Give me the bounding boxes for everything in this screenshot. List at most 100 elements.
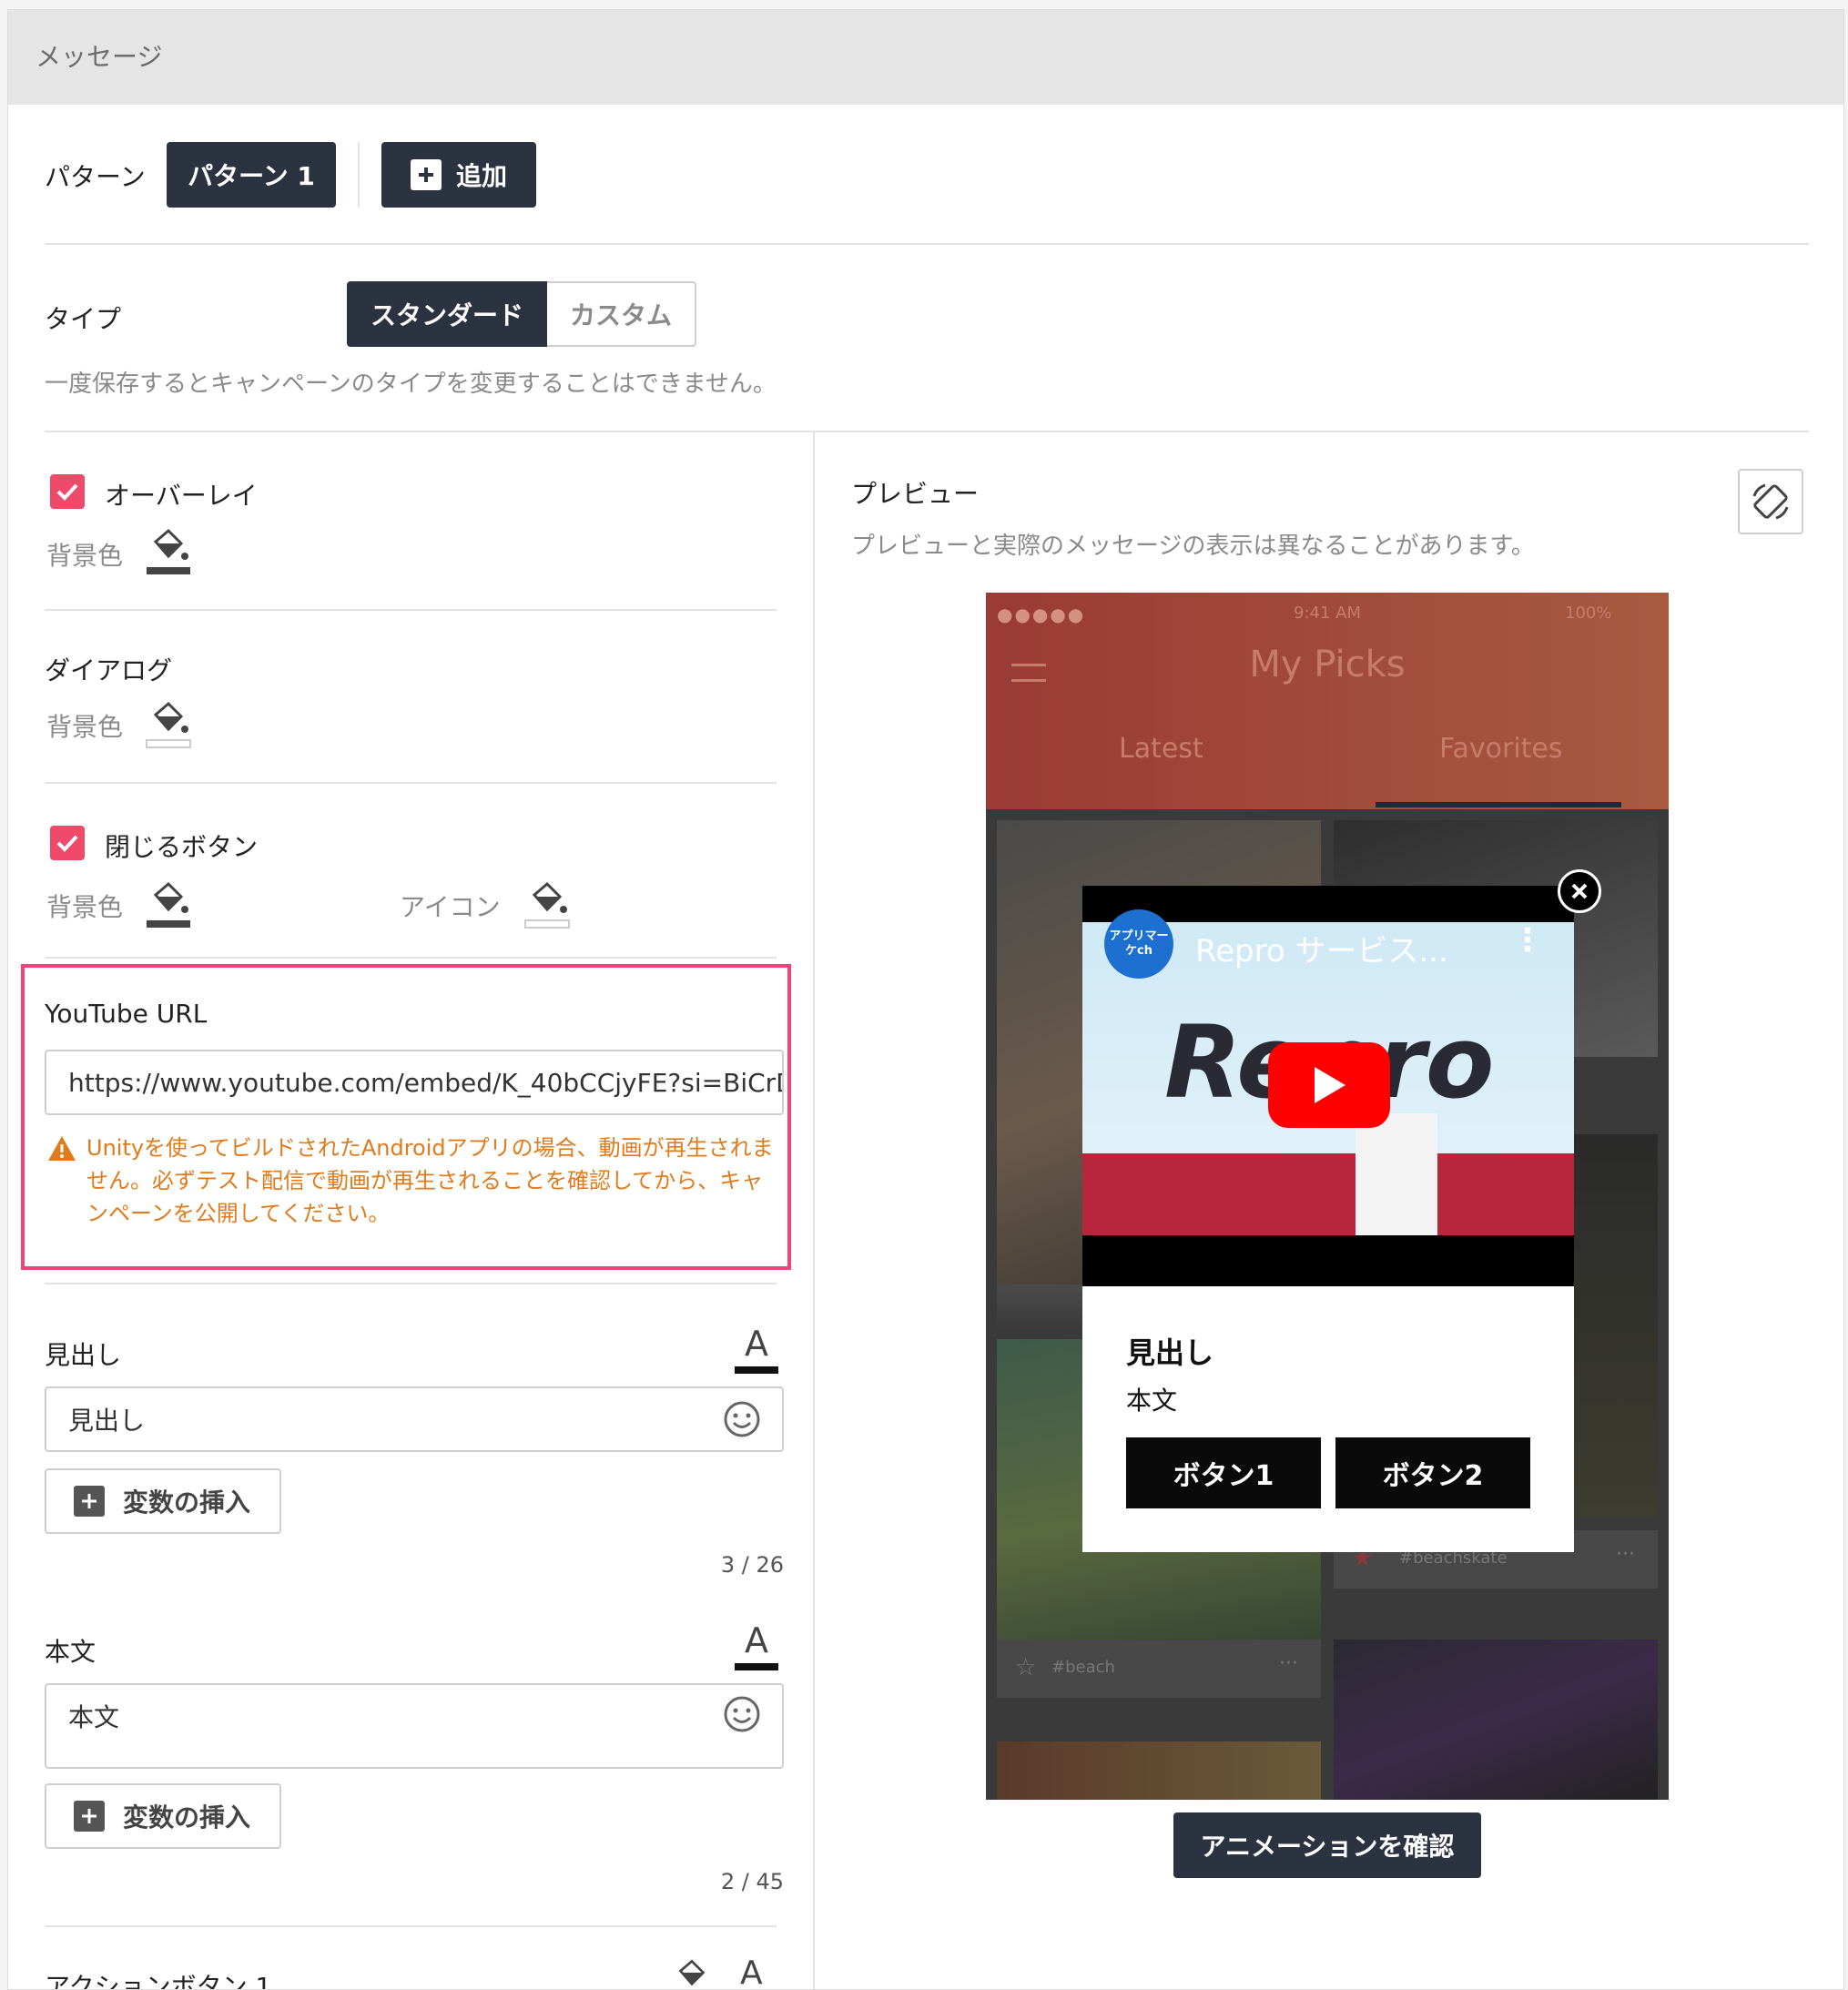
panel-header: メッセージ [8,10,1843,105]
overlay-bg-color-picker[interactable] [143,525,194,576]
close-button-checkbox[interactable] [50,826,85,860]
divider [45,957,777,959]
add-pattern-button[interactable]: 追加 [381,142,536,208]
pattern-1-tab[interactable]: パターン 1 [167,142,336,208]
star-icon: ☆ [1015,1654,1037,1681]
close-bg-label: 背景色 [46,892,124,922]
dialog-bg-color-picker[interactable] [143,698,194,749]
video-bottom-bar [1082,1235,1574,1286]
more-icon: ··· [1616,1543,1635,1566]
dialog-headline: 見出し [1126,1335,1214,1370]
insert-variable-label: 変数の挿入 [123,1802,251,1833]
divider [45,782,777,784]
preview-title: プレビュー [851,479,980,509]
app-tab-latest: Latest [1119,733,1203,765]
svg-text:A: A [745,1620,768,1660]
dialog-body: 本文 [1126,1386,1178,1416]
dialog-bg-label: 背景色 [46,712,124,742]
active-tab-indicator [1376,802,1621,807]
headline-label: 見出し [45,1340,122,1370]
preview-note: プレビューと実際のメッセージの表示は異なることがあります。 [851,533,1535,560]
action-button-1-label: アクションボタン 1 [45,1972,272,1990]
action-button-bg-color-picker[interactable] [669,1956,715,1989]
plus-icon [74,1801,105,1832]
body-textarea[interactable]: 本文 [45,1683,784,1769]
status-battery: 100% [1565,604,1612,623]
app-header: ●●●●● 9:41 AM 100% My Picks Latest Favor… [986,593,1669,809]
close-bg-color-picker[interactable] [143,878,194,929]
dialog-button-2[interactable]: ボタン2 [1335,1437,1530,1508]
youtube-warning-line: せん。必ずテスト配信で動画が再生されることを確認してから、キャ [86,1168,764,1193]
message-panel: メッセージ パターン パターン 1 追加 タイプ スタンダード カスタム 一度保… [7,9,1844,1990]
type-option-custom[interactable]: カスタム [547,281,696,347]
dialog-button-1[interactable]: ボタン1 [1126,1437,1321,1508]
paint-bucket-icon [147,881,190,928]
overlay-label: オーバーレイ [105,481,258,511]
paint-bucket-icon [524,881,570,929]
paint-bucket-icon [678,1959,706,1986]
divider [45,1925,777,1927]
column-divider [813,431,815,1989]
play-icon [1315,1067,1345,1103]
warning-icon [46,1133,77,1164]
close-icon-label: アイコン [400,892,501,922]
youtube-url-label: YouTube URL [45,999,208,1029]
divider [45,1283,777,1284]
video-title: Repro サービス... [1195,933,1448,970]
youtube-url-input[interactable]: https://www.youtube.com/embed/K_40bCCjyF… [45,1050,784,1115]
tag-label: #beach [1051,1658,1115,1677]
divider [358,142,360,208]
youtube-warning-line: Unityを使ってビルドされたAndroidアプリの場合、動画が再生されま [86,1135,774,1161]
preview-dialog: 見出し 本文 ボタン1 ボタン2 [1082,1286,1574,1552]
pattern-label: パターン [45,162,146,192]
text-color-icon: A [735,1324,778,1374]
rotate-preview-button[interactable] [1738,469,1803,534]
emoji-icon[interactable] [722,1399,762,1439]
youtube-warning: Unityを使ってビルドされたAndroidアプリの場合、動画が再生されま せん… [86,1132,778,1230]
more-icon: ··· [1279,1652,1298,1675]
rotate-icon [1752,483,1789,520]
overlay-checkbox[interactable] [50,474,85,509]
headline-char-counter: 3 / 26 [720,1552,784,1578]
emoji-icon[interactable] [722,1694,762,1734]
text-color-icon[interactable]: A [740,1954,777,1989]
add-pattern-label: 追加 [455,161,507,191]
plus-icon [410,159,442,190]
channel-avatar: アプリマーケch [1104,909,1173,979]
app-title: My Picks [1249,644,1406,685]
body-input-value: 本文 [68,1702,120,1732]
body-char-counter: 2 / 45 [720,1869,784,1894]
photo-card-footer: ☆ #beach ··· [997,1640,1321,1698]
overlay-bg-label: 背景色 [46,541,124,571]
type-note: 一度保存するとキャンペーンのタイプを変更することはできません。 [45,371,777,398]
close-button-label: 閉じるボタン [105,832,259,862]
dialog-label: ダイアログ [45,655,173,685]
dialog-close-button[interactable] [1558,869,1601,913]
body-insert-variable-button[interactable]: 変数の挿入 [45,1783,281,1849]
headline-input-value: 見出し [68,1406,146,1436]
paint-bucket-icon [147,528,190,574]
close-icon [1571,883,1588,899]
divider [45,609,777,611]
headline-input[interactable]: 見出し [45,1386,784,1452]
video-more-icon[interactable]: ⋮ [1512,922,1543,959]
headline-insert-variable-button[interactable]: 変数の挿入 [45,1468,281,1534]
youtube-warning-line: ンペーンを公開してください。 [86,1201,391,1226]
insert-variable-label: 変数の挿入 [123,1487,251,1518]
photo-card [997,1741,1321,1800]
divider [45,431,1809,432]
video-embed[interactable]: Repro アプリマーケch Repro サービス... ⋮ [1082,886,1574,1286]
text-color-icon: A [735,1620,778,1670]
svg-text:A: A [745,1324,768,1364]
phone-preview: ●●●●● 9:41 AM 100% My Picks Latest Favor… [986,593,1669,1800]
close-icon-color-picker[interactable] [522,878,573,929]
app-tab-favorites: Favorites [1439,733,1563,765]
photo-card [1334,1640,1658,1800]
headline-text-color-button[interactable]: A [733,1321,780,1377]
type-option-standard[interactable]: スタンダード [347,281,547,347]
body-text-color-button[interactable]: A [733,1618,780,1674]
paint-bucket-icon [146,701,191,748]
play-button[interactable] [1268,1042,1390,1128]
animation-preview-button[interactable]: アニメーションを確認 [1173,1812,1481,1878]
body-label: 本文 [45,1637,96,1667]
